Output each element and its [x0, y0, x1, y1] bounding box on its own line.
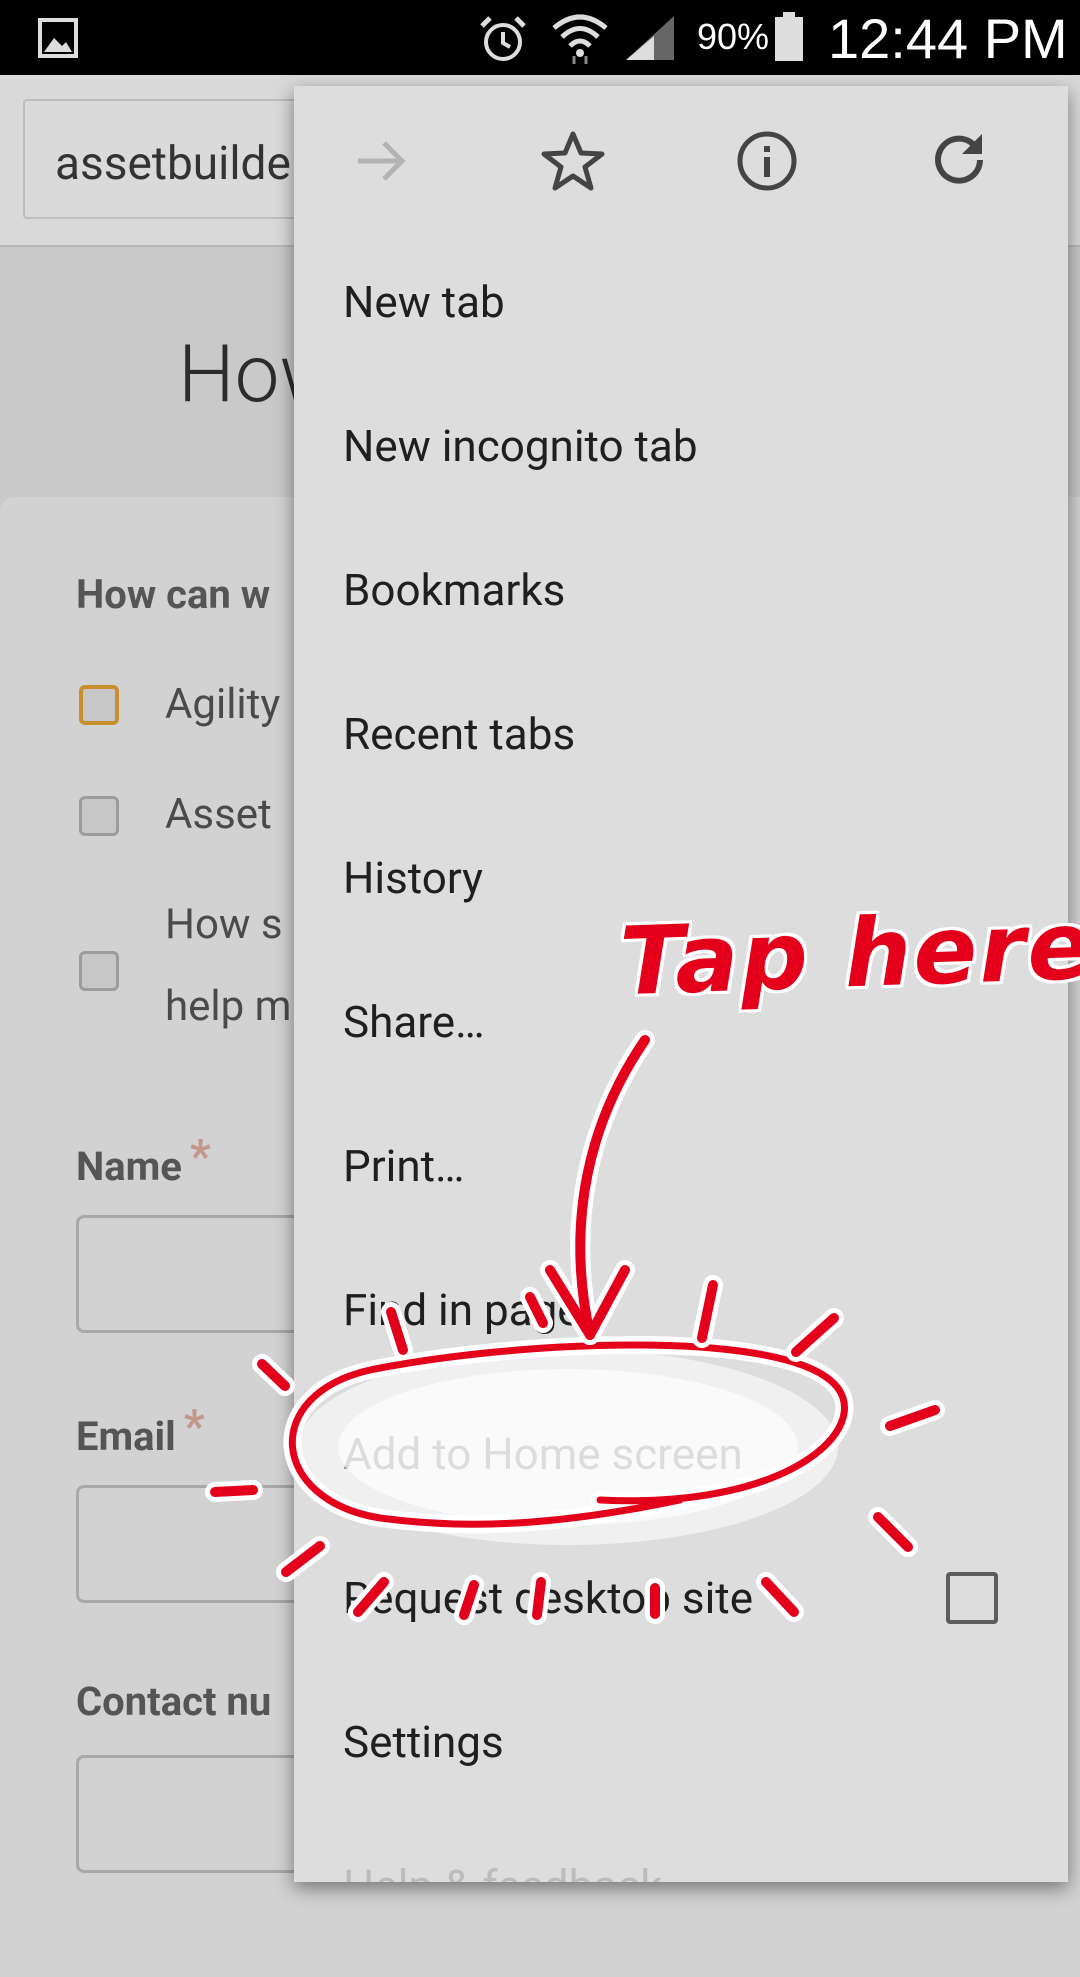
email-label: Email *	[76, 1400, 205, 1462]
request-desktop-site-checkbox[interactable]	[946, 1572, 998, 1624]
signal-icon	[626, 16, 674, 60]
field-label-text: Name	[76, 1143, 182, 1190]
menu-item-request-desktop-site[interactable]: Request desktop site	[343, 1572, 753, 1624]
checkbox-how[interactable]	[79, 951, 119, 991]
bookmark-star-icon[interactable]	[538, 126, 608, 196]
info-icon[interactable]	[732, 126, 802, 196]
battery-icon	[775, 12, 803, 61]
menu-item-settings[interactable]: Settings	[343, 1716, 504, 1768]
menu-item-history[interactable]: History	[343, 852, 483, 904]
clock: 12:44 PM	[828, 7, 1068, 70]
menu-item-help-feedback[interactable]: Help & feedback	[343, 1860, 663, 1882]
gallery-icon	[38, 18, 78, 58]
option-label: How s	[165, 900, 283, 949]
menu-icon-row	[294, 86, 1068, 236]
menu-item-find-in-page[interactable]: Find in page	[343, 1284, 581, 1336]
menu-item-print[interactable]: Print…	[343, 1140, 465, 1192]
contact-number-label: Contact nu	[76, 1678, 272, 1725]
menu-item-new-incognito-tab[interactable]: New incognito tab	[343, 420, 698, 472]
name-label: Name *	[76, 1130, 211, 1192]
option-label: help m	[165, 982, 292, 1031]
menu-item-share[interactable]: Share…	[343, 996, 485, 1048]
checkbox-asset[interactable]	[79, 796, 119, 836]
tap-here-annotation: Tap here	[618, 891, 1080, 1018]
wifi-icon	[552, 14, 608, 64]
battery-percent: 90%	[697, 16, 770, 57]
checkbox-agility[interactable]	[79, 685, 119, 725]
option-label: Asset	[165, 790, 272, 839]
menu-item-recent-tabs[interactable]: Recent tabs	[343, 708, 575, 760]
forward-icon[interactable]	[346, 126, 416, 196]
url-text: assetbuilde	[55, 137, 291, 191]
question-label: How can w	[76, 571, 271, 618]
required-mark: *	[183, 1400, 205, 1454]
status-bar: 90% 12:44 PM	[0, 0, 1080, 75]
reload-icon[interactable]	[924, 126, 994, 196]
field-label-text: Email	[76, 1413, 176, 1460]
required-mark: *	[189, 1130, 211, 1184]
menu-item-add-to-home-screen[interactable]: Add to Home screen	[343, 1428, 743, 1480]
menu-item-new-tab[interactable]: New tab	[343, 276, 505, 328]
menu-item-bookmarks[interactable]: Bookmarks	[343, 564, 565, 616]
option-label: Agility	[165, 680, 281, 729]
alarm-icon	[480, 16, 526, 61]
